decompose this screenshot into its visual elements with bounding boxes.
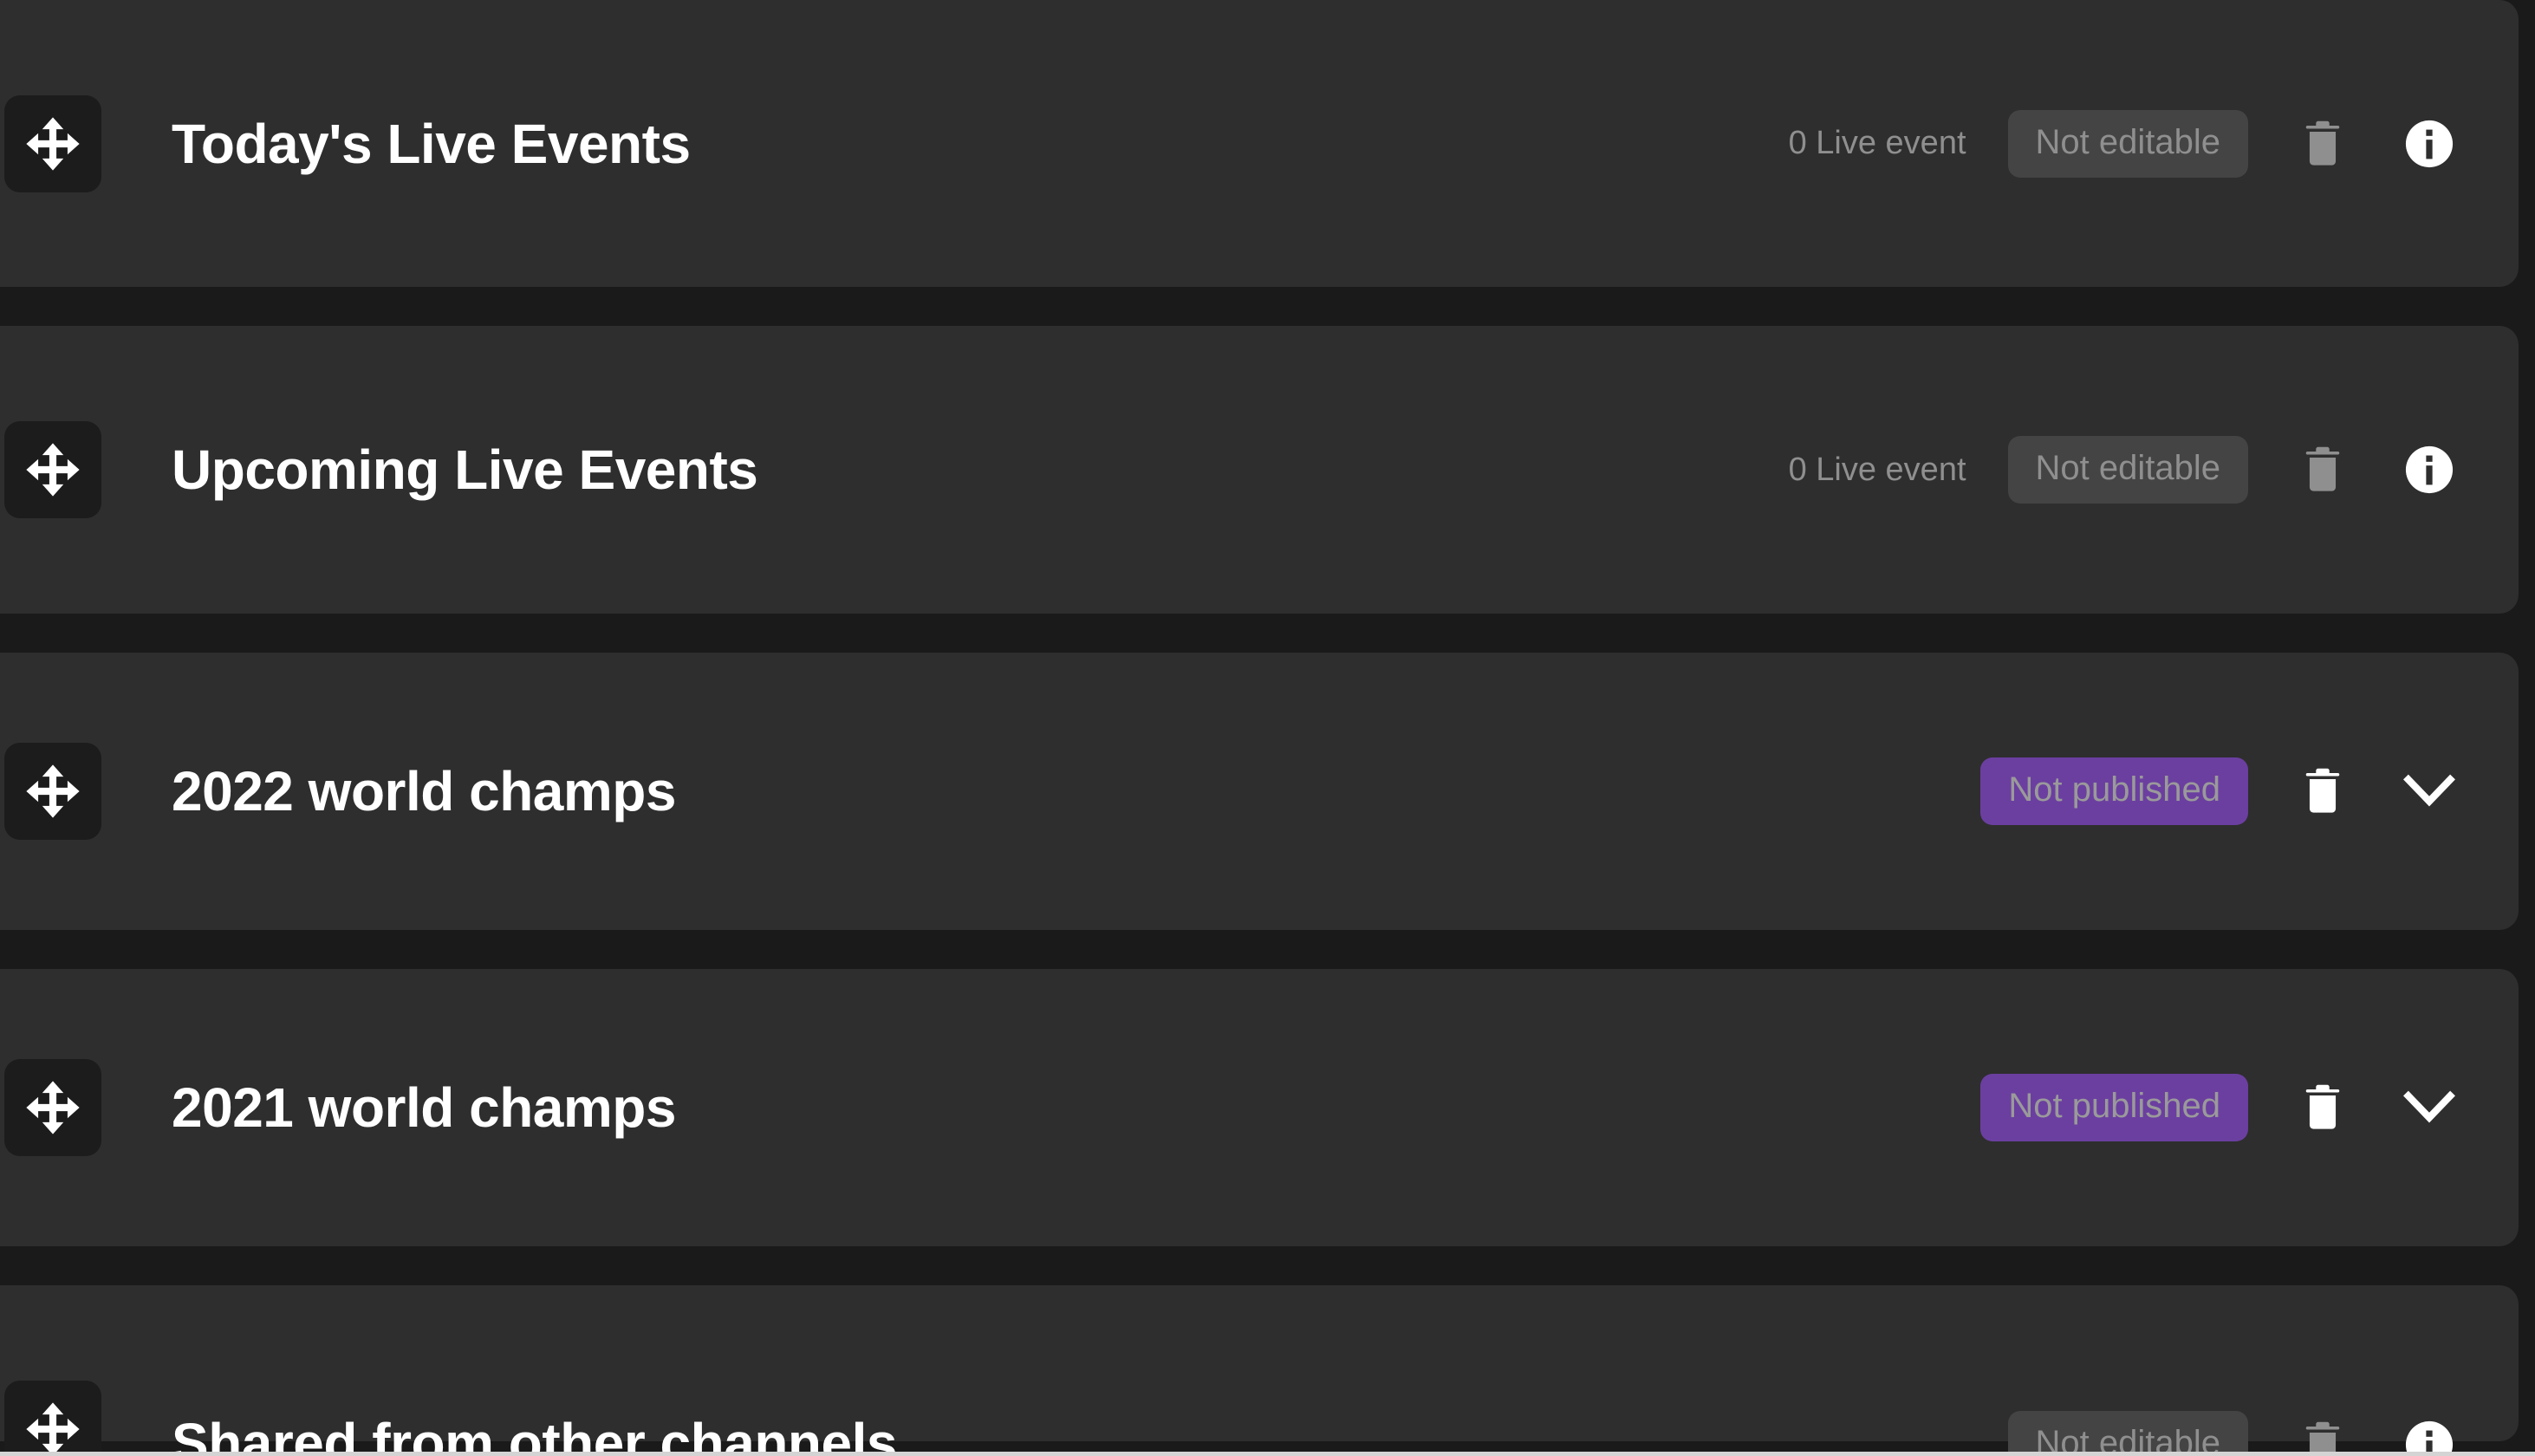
row-controls: Not published xyxy=(1980,1074,2519,1141)
page-bottom-edge xyxy=(0,1452,2535,1456)
table-row[interactable]: 2021 world champs Not published xyxy=(0,969,2519,1246)
row-title: Today's Live Events xyxy=(172,112,691,175)
trash-icon xyxy=(2305,1084,2340,1129)
drag-move-icon xyxy=(26,1402,80,1456)
drag-move-icon xyxy=(26,1081,80,1134)
row-title: Shared from other channels xyxy=(172,1412,897,1456)
row-title: Upcoming Live Events xyxy=(172,439,758,501)
row-controls: 0 Live event Not editable xyxy=(1788,109,2519,178)
status-badge: Not published xyxy=(1980,1074,2248,1141)
delete-button[interactable] xyxy=(2295,113,2350,175)
info-icon xyxy=(2405,1420,2454,1456)
info-button[interactable] xyxy=(2399,439,2460,500)
chevron-down-icon xyxy=(2403,1090,2455,1123)
drag-move-icon xyxy=(26,764,80,818)
row-title: 2022 world champs xyxy=(172,760,676,822)
table-row[interactable]: Upcoming Live Events 0 Live event Not edit… xyxy=(0,326,2519,614)
row-list: Today's Live Events 0 Live event Not edita… xyxy=(0,0,2535,1456)
drag-handle[interactable] xyxy=(4,1059,101,1156)
row-controls: Not editable xyxy=(2007,1411,2519,1456)
drag-handle[interactable] xyxy=(4,94,101,192)
row-separator xyxy=(0,1246,2535,1285)
delete-button[interactable] xyxy=(2295,760,2350,822)
chevron-down-icon xyxy=(2403,774,2455,807)
expand-button[interactable] xyxy=(2399,1077,2460,1138)
row-separator xyxy=(0,614,2535,653)
row-title: 2021 world champs xyxy=(172,1076,676,1139)
trash-icon xyxy=(2305,120,2340,166)
row-controls: Not published xyxy=(1980,757,2519,825)
row-separator xyxy=(0,930,2535,969)
row-separator xyxy=(0,287,2535,326)
table-row[interactable]: Shared from other channels Not editable xyxy=(0,1285,2519,1456)
status-badge: Not editable xyxy=(2007,436,2248,504)
info-icon xyxy=(2405,120,2454,167)
expand-button[interactable] xyxy=(2399,761,2460,822)
drag-handle[interactable] xyxy=(4,1381,101,1456)
info-button[interactable] xyxy=(2399,114,2460,174)
table-row[interactable]: Today's Live Events 0 Live event Not edita… xyxy=(0,0,2519,287)
status-badge: Not editable xyxy=(2007,1411,2248,1456)
trash-icon xyxy=(2305,1421,2340,1456)
table-row[interactable]: 2022 world champs Not published xyxy=(0,653,2519,930)
drag-handle[interactable] xyxy=(4,743,101,840)
status-badge: Not editable xyxy=(2007,109,2248,178)
status-badge: Not published xyxy=(1980,757,2248,825)
drag-handle[interactable] xyxy=(4,421,101,518)
info-button[interactable] xyxy=(2399,1414,2460,1456)
delete-button[interactable] xyxy=(2295,1076,2350,1139)
row-controls: 0 Live event Not editable xyxy=(1789,436,2519,504)
trash-icon xyxy=(2305,446,2340,491)
info-icon xyxy=(2405,445,2454,494)
live-event-count: 0 Live event xyxy=(1788,125,1966,161)
live-event-count: 0 Live event xyxy=(1788,451,1966,488)
drag-move-icon xyxy=(26,443,80,497)
drag-move-icon xyxy=(26,116,80,171)
live-events-list-page: Today's Live Events 0 Live event Not edita… xyxy=(0,0,2535,1456)
trash-icon xyxy=(2305,768,2340,813)
delete-button[interactable] xyxy=(2295,1414,2350,1456)
delete-button[interactable] xyxy=(2295,439,2350,501)
